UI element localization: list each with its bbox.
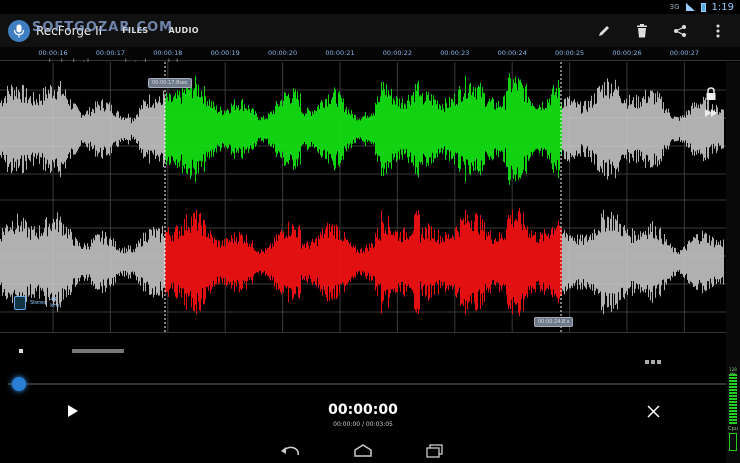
share-icon[interactable] (672, 23, 688, 39)
fast-forward-icon[interactable] (704, 104, 718, 117)
timeline-tick: 00:00:22 (382, 49, 412, 57)
overflow-icon[interactable] (710, 23, 726, 39)
waveform-canvas[interactable] (0, 62, 726, 332)
timeline-tick: 00:00:19 (210, 49, 240, 57)
timeline-tick: 00:00:16 (38, 49, 68, 57)
current-time: 00:00:00 (328, 402, 398, 418)
progress-time: 00:00:00 / 00:03:05 (333, 421, 393, 428)
meter-bars (729, 374, 737, 424)
status-bar: 3G 1:19 (0, 0, 740, 14)
signal-icon (685, 3, 695, 11)
overview-scrollbar[interactable] (0, 332, 726, 364)
timeline-tick: 00:00:18 (153, 49, 183, 57)
playhead-marker (19, 349, 23, 353)
watermark: SOFTGOZAR.COM (32, 20, 174, 35)
timeline-tick: 00:00:17 (95, 49, 125, 57)
back-icon[interactable] (280, 444, 302, 458)
timeline-tick: 00:00:26 (612, 49, 642, 57)
selection-end-label[interactable]: 00:00:24.8 s (534, 317, 574, 327)
channels-label: Stereo (30, 300, 47, 306)
timeline-tick: 00:00:27 (669, 49, 699, 57)
scroll-thumb[interactable] (72, 349, 124, 353)
status-clock: 1:19 (711, 1, 734, 13)
level-meter: 128 Mb Cpu (726, 62, 740, 463)
home-icon[interactable] (352, 443, 374, 458)
meter-bottom-label: Cpu (728, 426, 738, 432)
delete-icon[interactable] (634, 23, 650, 39)
system-nav-bar (0, 438, 726, 463)
audio-file-icon (14, 296, 26, 310)
seek-handle[interactable] (12, 377, 26, 391)
close-icon[interactable] (647, 405, 660, 418)
timeline-tick: 00:00:23 (440, 49, 470, 57)
recents-icon[interactable] (424, 443, 446, 458)
lock-icon[interactable] (704, 86, 718, 100)
edit-icon[interactable] (596, 23, 612, 39)
grip-icon[interactable] (645, 360, 663, 364)
seek-bar[interactable] (8, 383, 726, 385)
timeline-tick: 00:00:20 (267, 49, 298, 57)
timeline-tick: 00:00:21 (325, 49, 355, 57)
action-buttons (596, 23, 740, 39)
waveform-editor[interactable] (0, 62, 726, 332)
selection-start-label[interactable]: 00:00:17.8sec (148, 78, 192, 88)
rate-unit: kHz (50, 303, 60, 309)
cpu-bar (729, 433, 737, 451)
timeline-tick: 00:00:24 (497, 49, 527, 57)
microphone-icon[interactable] (8, 19, 30, 42)
format-indicator: Stereo 44 kHz (14, 296, 60, 310)
network-type: 3G (669, 3, 680, 11)
battery-icon (700, 2, 706, 12)
timeline-tick: 00:00:25 (554, 49, 585, 57)
